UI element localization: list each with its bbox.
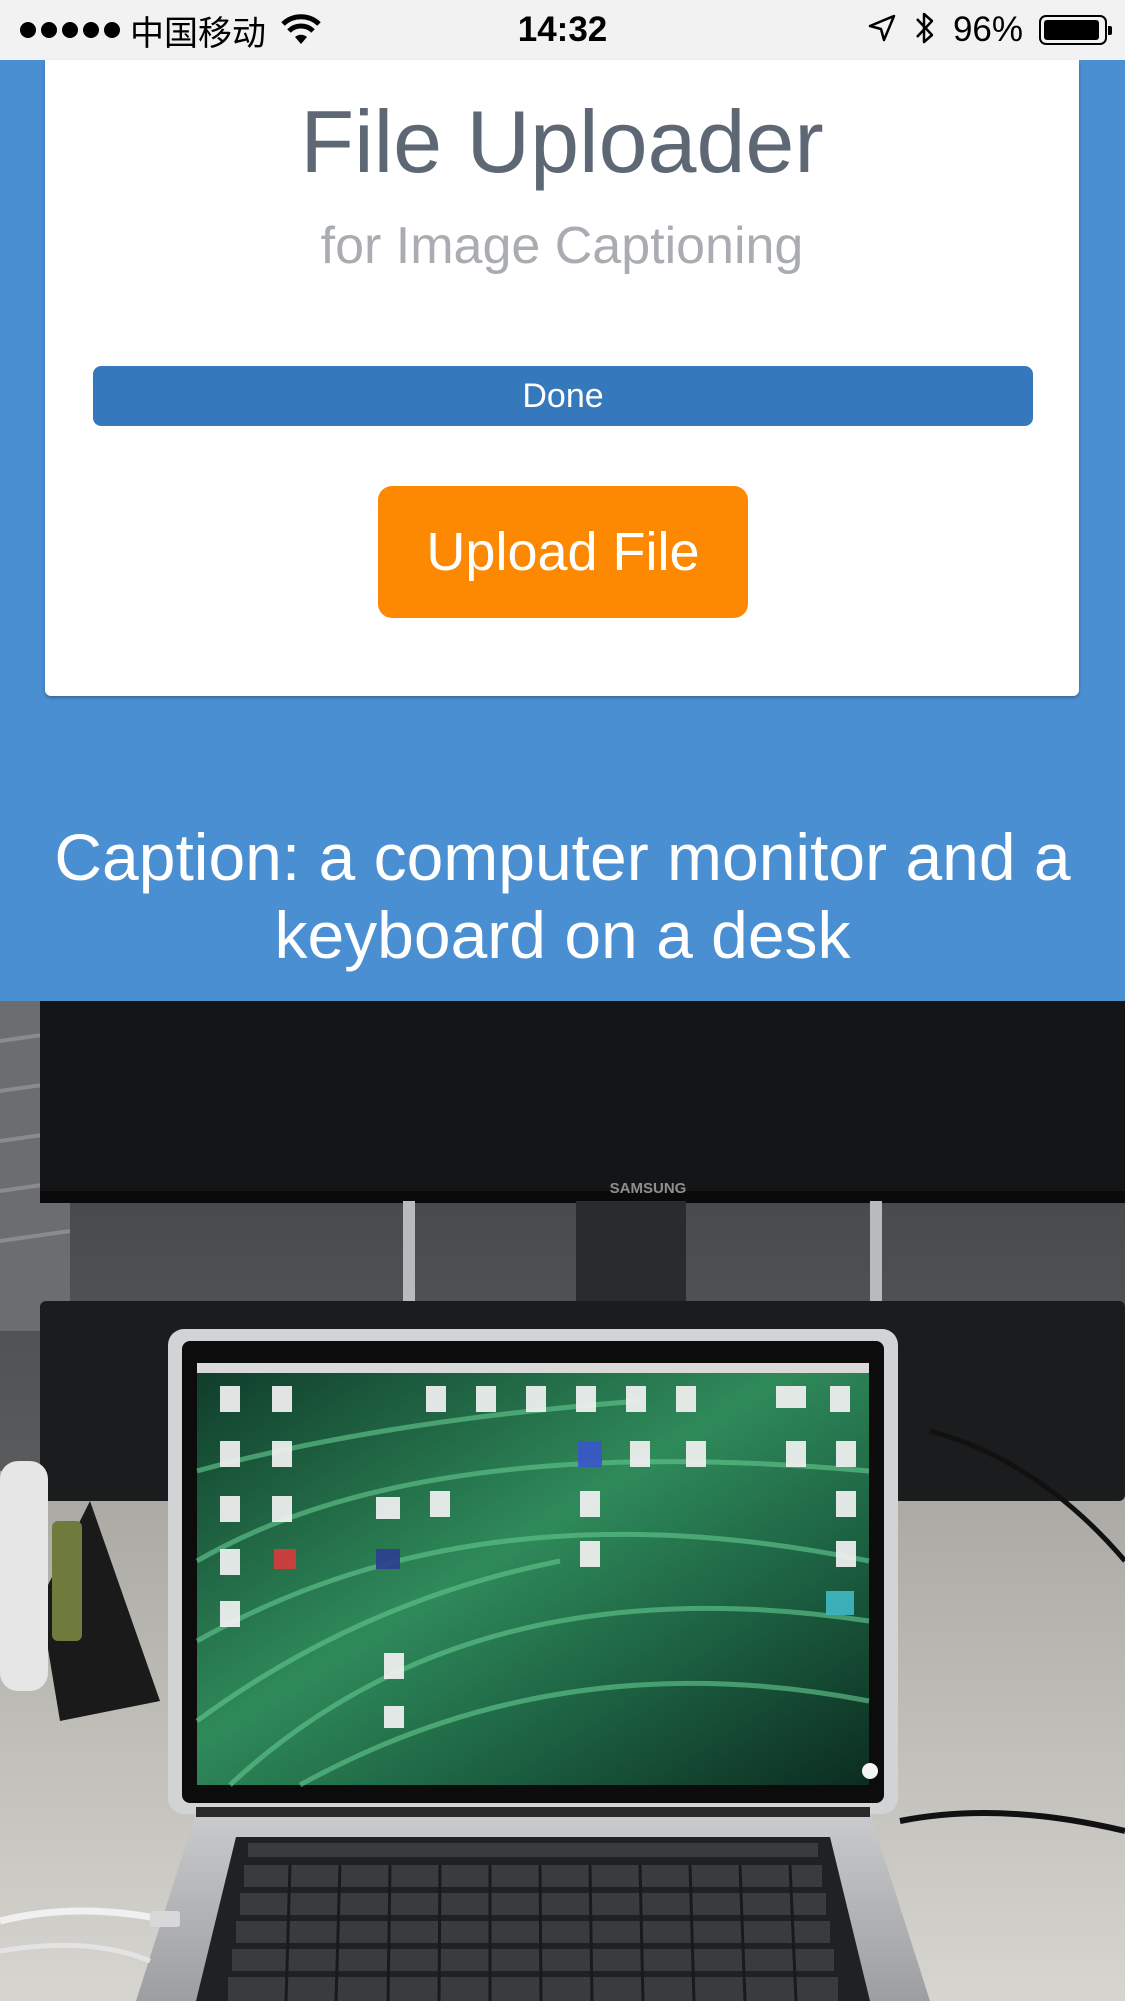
screen-menubar	[197, 1363, 869, 1373]
desk-bottle	[52, 1521, 82, 1641]
battery-cap	[1108, 26, 1112, 35]
location-arrow-icon	[867, 13, 897, 48]
page-subtitle: for Image Captioning	[320, 217, 804, 275]
keyboard-keys	[228, 1843, 838, 2001]
desk-cup	[0, 1461, 48, 1691]
monitor-brand-label: SAMSUNG	[610, 1180, 687, 1197]
monitor	[40, 1001, 1125, 1201]
photo-illustration: SAMSUNG	[0, 1001, 1125, 2001]
screen-camera-glint	[862, 1763, 878, 1779]
upload-progress-bar: Done	[93, 366, 1033, 426]
status-bar: 中国移动 14:32 96%	[0, 0, 1125, 60]
battery-icon	[1039, 15, 1112, 45]
laptop-hinge	[196, 1807, 870, 1817]
laptop-screen	[197, 1363, 869, 1785]
battery-percent: 96%	[952, 10, 1023, 49]
uploaded-photo: SAMSUNG	[0, 1001, 1125, 2001]
page-title: File Uploader	[300, 92, 824, 191]
battery-fill	[1044, 20, 1100, 40]
cable-plug	[150, 1911, 180, 1927]
upload-progress-label: Done	[522, 377, 604, 415]
bluetooth-icon	[913, 9, 937, 52]
status-right: 96%	[867, 0, 1112, 60]
monitor-stand	[576, 1201, 686, 1311]
caption-text: Caption: a computer monitor and a keyboa…	[54, 820, 1071, 972]
uploader-card: File Uploader for Image Captioning Done …	[45, 60, 1079, 696]
upload-file-button[interactable]: Upload File	[378, 486, 748, 618]
keyboard-area	[196, 1837, 870, 2001]
